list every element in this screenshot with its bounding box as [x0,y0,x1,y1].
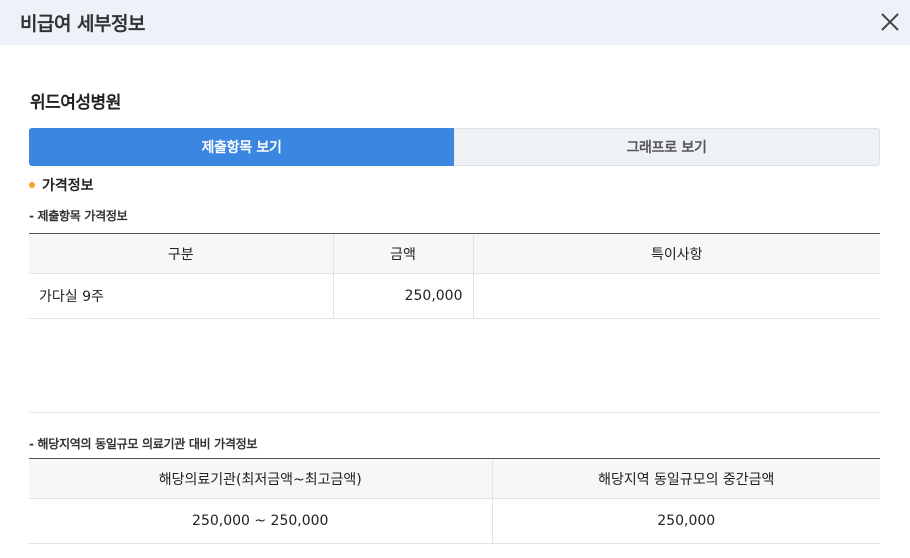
table-header-row: 구분 금액 특이사항 [29,233,880,274]
price-cell: 250,000 [332,273,473,319]
divider [29,412,880,413]
column-header: 해당지역 동일규모의 중간금액 [491,458,880,499]
table-row: 250,000 ~ 250,000 250,000 [29,498,880,544]
column-header: 구분 [29,233,333,274]
regional-comparison-table: 해당의료기관(최저금액~최고금액) 해당지역 동일규모의 중간금액 250,00… [29,458,880,544]
tab-graph[interactable]: 그래프로 보기 [454,128,880,166]
table-row: 가다실 9주 250,000 [29,273,880,319]
tab-submitted-items[interactable]: 제출항목 보기 [29,128,454,166]
table1-caption: - 제출항목 가격정보 [29,209,128,223]
table2-caption: - 해당지역의 동일규모 의료기관 대비 가격정보 [29,437,258,451]
hospital-name: 위드여성병원 [30,93,121,113]
table-header-row: 해당의료기관(최저금액~최고금액) 해당지역 동일규모의 중간금액 [29,458,880,499]
modal-header: 비급여 세부정보 [0,0,910,45]
close-icon [881,13,899,31]
modal-title: 비급여 세부정보 [20,13,145,35]
remarks-cell [472,273,880,319]
section-title: 가격정보 [29,175,94,195]
median-price-cell: 250,000 [491,498,880,544]
close-button[interactable] [876,8,904,36]
column-header: 특이사항 [472,233,880,274]
column-header: 금액 [332,233,473,274]
price-range-cell: 250,000 ~ 250,000 [29,498,492,544]
item-name-cell: 가다실 9주 [29,273,333,319]
view-tabs: 제출항목 보기 그래프로 보기 [29,128,880,166]
submitted-price-table: 구분 금액 특이사항 가다실 9주 250,000 [29,233,880,319]
bullet-icon [29,182,35,188]
section-title-label: 가격정보 [42,178,94,194]
column-header: 해당의료기관(최저금액~최고금액) [29,458,492,499]
